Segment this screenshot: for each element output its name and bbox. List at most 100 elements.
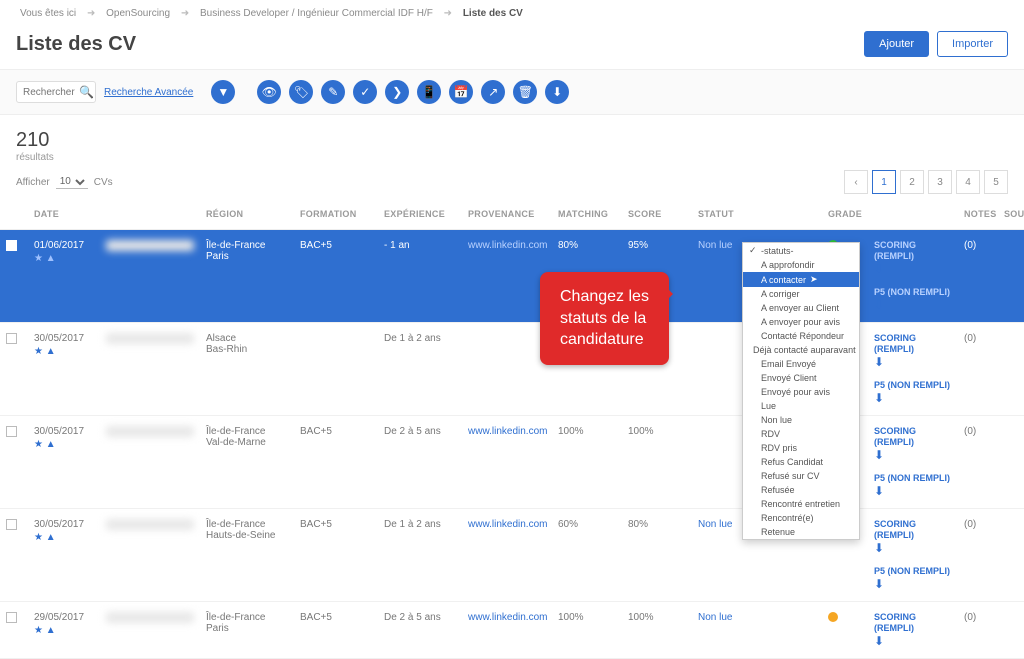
status-option[interactable]: Contacté Répondeur <box>743 329 859 343</box>
scoring-link[interactable]: SCORING (REMPLI) <box>874 612 916 633</box>
download-icon[interactable]: ⬇ <box>874 634 884 648</box>
col-header[interactable] <box>868 199 958 230</box>
page-2[interactable]: 2 <box>900 170 924 194</box>
row-checkbox[interactable] <box>6 519 17 530</box>
status-option[interactable]: Envoyé pour avis <box>743 385 859 399</box>
status-option[interactable]: A contacter ➤ <box>743 272 859 287</box>
col-header[interactable]: MATCHING <box>552 199 622 230</box>
cell-notes[interactable]: (0) <box>958 416 998 509</box>
status-option[interactable]: Non lue <box>743 413 859 427</box>
status-option[interactable]: Email Envoyé <box>743 357 859 371</box>
breadcrumb-item[interactable]: Business Developer / Ingénieur Commercia… <box>200 8 433 19</box>
status-option[interactable]: A corriger <box>743 287 859 301</box>
download-icon[interactable]: ⬇ <box>874 298 884 312</box>
tag-icon[interactable]: 🏷 <box>289 80 313 104</box>
col-header[interactable] <box>100 199 200 230</box>
download-icon[interactable]: ⬇ <box>874 262 884 276</box>
status-option[interactable]: RDV pris <box>743 441 859 455</box>
status-link[interactable]: Non lue <box>698 240 732 251</box>
table-row[interactable]: 30/05/2017★ ▲hidden nameÎle-de-FranceHau… <box>0 509 1024 602</box>
cell-notes[interactable]: (0) <box>958 509 998 602</box>
col-header[interactable]: PROVENANCE <box>462 199 552 230</box>
table-row[interactable]: 01/06/2017★ ▲hidden nameÎle-de-FrancePar… <box>0 230 1024 323</box>
status-option[interactable]: ✓-statuts- <box>743 243 859 258</box>
status-option[interactable]: Envoyé Client <box>743 371 859 385</box>
col-header[interactable]: RÉGION <box>200 199 294 230</box>
provenance-link[interactable]: www.linkedin.com <box>468 519 547 530</box>
filter-icon[interactable]: ▼ <box>211 80 235 104</box>
share-icon[interactable]: ↗ <box>481 80 505 104</box>
search-input[interactable] <box>23 87 79 98</box>
page-1[interactable]: 1 <box>872 170 896 194</box>
calendar-icon[interactable]: 📅 <box>449 80 473 104</box>
status-option[interactable]: A envoyer pour avis <box>743 315 859 329</box>
col-header[interactable]: GRADE <box>822 199 868 230</box>
col-header[interactable]: STATUT <box>692 199 822 230</box>
table-row[interactable]: 30/05/2017★ ▲hidden nameÎle-de-FranceVal… <box>0 416 1024 509</box>
status-option[interactable]: Rencontré(e) <box>743 511 859 525</box>
add-button[interactable]: Ajouter <box>864 31 929 57</box>
col-header[interactable] <box>0 199 28 230</box>
provenance-link[interactable]: www.linkedin.com <box>468 612 547 623</box>
status-option[interactable]: Lue <box>743 399 859 413</box>
cell-notes[interactable]: (0) <box>958 230 998 323</box>
scoring-link[interactable]: P5 (NON REMPLI) <box>874 287 950 297</box>
trash-icon[interactable]: 🗑 <box>513 80 537 104</box>
col-header[interactable]: SCORE <box>622 199 692 230</box>
import-button[interactable]: Importer <box>937 31 1008 57</box>
col-header[interactable]: FORMATION <box>294 199 378 230</box>
download-icon[interactable]: ⬇ <box>874 577 884 591</box>
status-option[interactable]: Refusée <box>743 483 859 497</box>
search-icon[interactable]: 🔍 <box>79 85 94 99</box>
star-icon[interactable]: ★ ▲ <box>34 625 94 636</box>
status-option[interactable]: Déjà contacté auparavant <box>743 343 859 357</box>
scoring-link[interactable]: P5 (NON REMPLI) <box>874 566 950 576</box>
star-icon[interactable]: ★ ▲ <box>34 346 94 357</box>
download-icon[interactable]: ⬇ <box>874 391 884 405</box>
star-icon[interactable]: ★ ▲ <box>34 532 94 543</box>
per-page-select[interactable]: 10 <box>56 175 88 189</box>
provenance-link[interactable]: www.linkedin.com <box>468 426 547 437</box>
download-icon[interactable]: ⬇ <box>874 448 884 462</box>
download-icon[interactable]: ⬇ <box>545 80 569 104</box>
status-link[interactable]: Non lue <box>698 519 732 530</box>
col-header[interactable]: DATE <box>28 199 100 230</box>
status-option[interactable]: A envoyer au Client <box>743 301 859 315</box>
row-checkbox[interactable] <box>6 612 17 623</box>
star-icon[interactable]: ★ ▲ <box>34 253 94 264</box>
status-option[interactable]: Refusé sur CV <box>743 469 859 483</box>
cell-notes[interactable]: (0) <box>958 323 998 416</box>
col-header[interactable]: SOURCE <box>998 199 1024 230</box>
cell-notes[interactable]: (0) <box>958 602 998 659</box>
qualify-icon[interactable]: ✓ <box>353 80 377 104</box>
star-icon[interactable]: ★ ▲ <box>34 439 94 450</box>
row-checkbox[interactable] <box>6 426 17 437</box>
breadcrumb-item[interactable]: OpenSourcing <box>106 8 170 19</box>
edit-icon[interactable]: ✎ <box>321 80 345 104</box>
mobile-icon[interactable]: 📱 <box>417 80 441 104</box>
status-option[interactable]: Refus Candidat <box>743 455 859 469</box>
advanced-search-link[interactable]: Recherche Avancée <box>104 87 193 98</box>
status-option[interactable]: Retenue <box>743 525 859 539</box>
page-prev[interactable]: ‹ <box>844 170 868 194</box>
row-checkbox[interactable] <box>6 240 17 251</box>
status-option[interactable]: RDV <box>743 427 859 441</box>
row-checkbox[interactable] <box>6 333 17 344</box>
download-icon[interactable]: ⬇ <box>874 355 884 369</box>
col-header[interactable]: EXPÉRIENCE <box>378 199 462 230</box>
download-icon[interactable]: ⬇ <box>874 484 884 498</box>
provenance-link[interactable]: www.linkedin.com <box>468 240 547 251</box>
scoring-link[interactable]: SCORING (REMPLI) <box>874 519 916 540</box>
download-icon[interactable]: ⬇ <box>874 541 884 555</box>
scoring-link[interactable]: P5 (NON REMPLI) <box>874 380 950 390</box>
scoring-link[interactable]: SCORING (REMPLI) <box>874 240 916 261</box>
label-icon[interactable]: ❯ <box>385 80 409 104</box>
scoring-link[interactable]: P5 (NON REMPLI) <box>874 473 950 483</box>
page-3[interactable]: 3 <box>928 170 952 194</box>
scoring-link[interactable]: SCORING (REMPLI) <box>874 333 916 354</box>
col-header[interactable]: NOTES <box>958 199 998 230</box>
status-option[interactable]: A approfondir <box>743 258 859 272</box>
table-row[interactable]: 29/05/2017★ ▲hidden nameÎle-de-FrancePar… <box>0 602 1024 659</box>
page-4[interactable]: 4 <box>956 170 980 194</box>
table-row[interactable]: 30/05/2017★ ▲hidden nameAlsaceBas-RhinDe… <box>0 323 1024 416</box>
